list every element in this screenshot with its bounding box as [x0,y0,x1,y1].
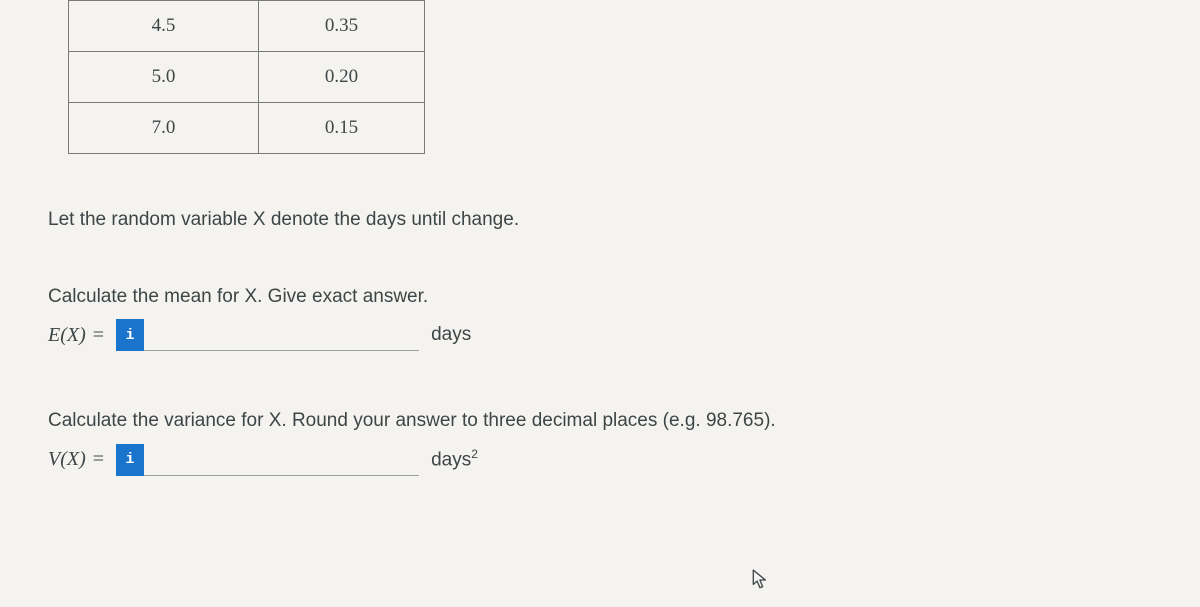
table-row: 4.5 0.35 [69,1,425,52]
variance-prompt: Calculate the variance for X. Round your… [48,407,1152,436]
question-content: 4.5 0.35 5.0 0.20 7.0 0.15 Let the rando… [0,0,1200,476]
info-icon[interactable]: i [116,319,144,351]
table-cell-p: 0.20 [259,52,425,103]
table-cell-x: 4.5 [69,1,259,52]
mean-prompt: Calculate the mean for X. Give exact ans… [48,283,1152,312]
table-row: 7.0 0.15 [69,103,425,154]
variance-label: V(X) = [48,448,108,471]
table-cell-p: 0.35 [259,1,425,52]
cursor-icon [752,569,770,591]
info-icon[interactable]: i [116,444,144,476]
mean-input[interactable] [144,319,419,351]
mean-unit: days [431,324,471,346]
mean-label: E(X) = [48,324,108,347]
table-cell-p: 0.15 [259,103,425,154]
table-row: 5.0 0.20 [69,52,425,103]
intro-text: Let the random variable X denote the day… [48,206,1152,235]
table-cell-x: 5.0 [69,52,259,103]
table-cell-x: 7.0 [69,103,259,154]
probability-table: 4.5 0.35 5.0 0.20 7.0 0.15 [68,0,425,154]
variance-unit: days2 [431,447,478,471]
variance-input[interactable] [144,444,419,476]
